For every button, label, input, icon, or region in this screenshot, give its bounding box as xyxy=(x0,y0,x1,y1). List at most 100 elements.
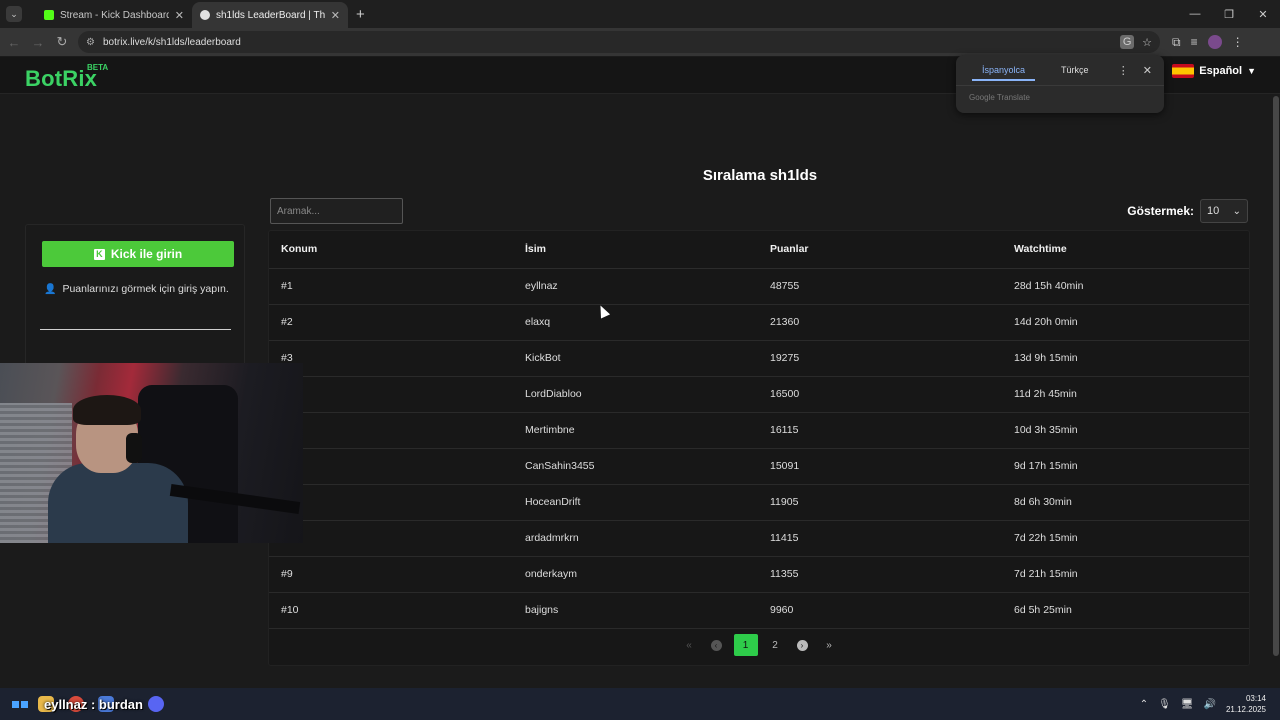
system-tray: ⌃ 🎙 🖥 🔊 03:14 21.12.2025 xyxy=(1140,688,1266,720)
network-icon[interactable]: 🖥 xyxy=(1181,699,1194,710)
cell-name: LordDiabloo xyxy=(513,376,758,413)
bookmark-star-icon[interactable]: ☆ xyxy=(1142,36,1152,49)
cell-rank: #1 xyxy=(269,268,513,305)
next-page-button[interactable]: › xyxy=(793,634,812,656)
site-settings-icon[interactable]: ⚙ xyxy=(86,37,95,48)
tab-search-icon[interactable]: ⌄ xyxy=(6,6,22,22)
translate-brand: Google Translate xyxy=(956,85,1164,109)
page-size-select[interactable]: 10 ⌄ xyxy=(1200,199,1248,223)
windows-logo-icon xyxy=(21,700,28,708)
header-points[interactable]: Puanlar xyxy=(758,231,1002,269)
extensions-icon[interactable]: ⧉ xyxy=(1172,35,1181,50)
header-watchtime[interactable]: Watchtime xyxy=(1002,231,1249,269)
close-tab-icon[interactable]: ✕ xyxy=(331,9,340,22)
cell-name: CanSahin3455 xyxy=(513,448,758,485)
browser-tab-kick-dashboard[interactable]: Stream - Kick Dashboard ✕ xyxy=(36,2,192,28)
table-header-row: Konum İsim Puanlar Watchtime xyxy=(269,231,1249,269)
kick-login-button[interactable]: K Kick ile girin xyxy=(42,241,234,267)
cell-name: KickBot xyxy=(513,340,758,377)
cell-watchtime: 28d 15h 40min xyxy=(1002,268,1249,305)
header-rank[interactable]: Konum xyxy=(269,231,513,269)
back-icon[interactable]: ← xyxy=(2,35,26,50)
chat-overlay-text: eyllnaz : burdan xyxy=(44,697,143,712)
beta-badge: BETA xyxy=(87,63,109,72)
headset-icon xyxy=(126,433,142,463)
translate-icon[interactable]: G xyxy=(1120,35,1135,49)
user-icon: 👤 xyxy=(44,283,57,295)
table-row: #3 KickBot 19275 13d 9h 15min xyxy=(269,340,1249,377)
page-title: Sıralama sh1lds xyxy=(702,167,818,184)
cell-watchtime: 8d 6h 30min xyxy=(1002,484,1249,521)
chevron-up-icon[interactable]: ⌃ xyxy=(1140,699,1148,710)
table-row: CanSahin3455 15091 9d 17h 15min xyxy=(269,448,1249,485)
browser-tab-strip: ⌄ Stream - Kick Dashboard ✕ sh1lds Leade… xyxy=(0,0,1280,28)
table-row: LordDiabloo 16500 11d 2h 45min xyxy=(269,376,1249,413)
login-hint: 👤 Puanlarınızı görmek için giriş yapın. xyxy=(44,283,229,295)
header-name[interactable]: İsim xyxy=(513,231,758,269)
reload-icon[interactable]: ↻ xyxy=(50,34,74,50)
tab-title: sh1lds LeaderBoard | The best ( xyxy=(216,9,325,21)
cell-points: 11355 xyxy=(758,556,1002,593)
page-size-control: Göstermek: 10 ⌄ xyxy=(1127,199,1248,223)
cell-rank xyxy=(269,412,513,449)
login-card: K Kick ile girin 👤 Puanlarınızı görmek i… xyxy=(25,224,245,376)
clock-time: 03:14 xyxy=(1245,694,1266,703)
search-input[interactable] xyxy=(270,198,403,224)
streamer-body xyxy=(48,463,188,543)
table-row: #1 eyllnaz 48755 28d 15h 40min xyxy=(269,268,1249,305)
cell-points: 19275 xyxy=(758,340,1002,377)
system-clock[interactable]: 03:14 21.12.2025 xyxy=(1226,693,1266,715)
language-selector[interactable]: Español ▼ xyxy=(1172,64,1256,78)
first-page-button[interactable]: « xyxy=(680,634,699,656)
cell-watchtime: 13d 9h 15min xyxy=(1002,340,1249,377)
prev-page-button[interactable]: ‹ xyxy=(707,634,726,656)
kick-login-label: Kick ile girin xyxy=(110,247,183,261)
microphone-icon[interactable]: 🎙 xyxy=(1158,699,1171,710)
forward-icon[interactable]: → xyxy=(26,35,50,50)
page-1-button[interactable]: 1 xyxy=(733,634,758,656)
cell-rank: #2 xyxy=(269,304,513,341)
cell-watchtime: 6d 5h 25min xyxy=(1002,592,1249,629)
translate-target-tab[interactable]: Türkçe xyxy=(1043,55,1107,85)
cell-name: elaxq xyxy=(513,304,758,341)
last-page-button[interactable]: » xyxy=(820,634,839,656)
profile-avatar[interactable] xyxy=(1207,35,1222,49)
more-options-icon[interactable]: ⋮ xyxy=(1118,64,1129,77)
streamer-hair xyxy=(73,395,141,425)
cell-points: 21360 xyxy=(758,304,1002,341)
table-row: #10 bajigns 9960 6d 5h 25min xyxy=(269,592,1249,629)
close-tab-icon[interactable]: ✕ xyxy=(175,9,184,22)
browser-tab-leaderboard[interactable]: sh1lds LeaderBoard | The best ( ✕ xyxy=(192,2,348,28)
start-button[interactable] xyxy=(12,700,28,708)
chevron-right-icon: › xyxy=(796,639,808,651)
minimize-icon[interactable]: — xyxy=(1178,0,1212,28)
plus-icon[interactable]: + xyxy=(356,6,365,23)
cell-points: 16500 xyxy=(758,376,1002,413)
cell-watchtime: 7d 22h 15min xyxy=(1002,520,1249,557)
table-row: Mertimbne 16115 10d 3h 35min xyxy=(269,412,1249,449)
media-controls-icon[interactable]: ≡ xyxy=(1191,35,1198,49)
translate-popup: İspanyolca Türkçe ⋮ ✕ Google Translate xyxy=(956,55,1164,113)
os-taskbar xyxy=(0,688,1280,720)
scrollbar-thumb[interactable] xyxy=(1273,96,1279,656)
cell-rank xyxy=(269,484,513,521)
page-2-button[interactable]: 2 xyxy=(766,634,785,656)
cell-name: bajigns xyxy=(513,592,758,629)
cell-points: 11415 xyxy=(758,520,1002,557)
volume-icon[interactable]: 🔊 xyxy=(1204,699,1216,710)
url-field[interactable]: ⚙ botrix.live/k/sh1lds/leaderboard G ☆ xyxy=(78,31,1160,53)
cell-watchtime: 11d 2h 45min xyxy=(1002,376,1249,413)
cell-name: onderkaym xyxy=(513,556,758,593)
menu-kebab-icon[interactable]: ⋮ xyxy=(1232,35,1244,49)
cell-watchtime: 10d 3h 35min xyxy=(1002,412,1249,449)
restore-icon[interactable]: ❐ xyxy=(1212,0,1246,28)
translate-source-tab[interactable]: İspanyolca xyxy=(964,55,1043,85)
discord-icon[interactable] xyxy=(148,696,164,712)
cell-points: 11905 xyxy=(758,484,1002,521)
chevron-down-icon: ⌄ xyxy=(1232,205,1241,217)
close-window-icon[interactable]: ✕ xyxy=(1246,0,1280,28)
close-icon[interactable]: ✕ xyxy=(1143,64,1152,77)
table-row: #2 elaxq 21360 14d 20h 0min xyxy=(269,304,1249,341)
page-size-label: Göstermek: xyxy=(1127,204,1194,218)
botrix-favicon-icon xyxy=(200,10,210,20)
